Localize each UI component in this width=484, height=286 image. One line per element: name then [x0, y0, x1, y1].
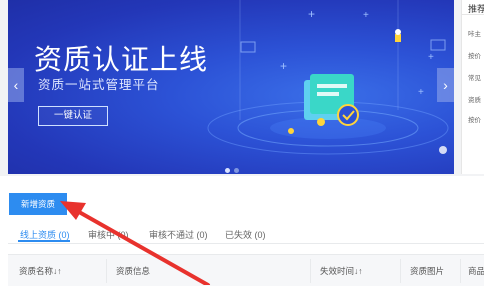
column-header-product: 商品 [468, 266, 484, 276]
banner-prev-arrow-icon[interactable]: ‹ [8, 68, 24, 102]
active-tab-indicator [18, 240, 70, 242]
tab-expired[interactable]: 已失效 (0) [225, 228, 266, 241]
banner-title: 资质认证上线 [34, 44, 209, 75]
banner-subtitle: 资质一站式管理平台 [38, 78, 160, 92]
add-qualification-button[interactable]: 新增资质 [9, 193, 67, 215]
recommend-panel: 推荐 咔主 按价 常见 资质 按价 [461, 0, 484, 174]
banner-dot-active[interactable] [225, 168, 230, 173]
qualification-tabs: 线上资质 (0) 审核中 (0) 审核不通过 (0) 已失效 (0) [0, 224, 484, 244]
recommend-item[interactable]: 按价 [468, 114, 481, 124]
column-divider [460, 259, 461, 283]
column-divider [400, 259, 401, 283]
recommend-item[interactable]: 资质 [468, 94, 481, 104]
recommend-item[interactable]: 按价 [468, 50, 481, 60]
tab-reviewing[interactable]: 审核中 (0) [88, 228, 129, 241]
svg-text:+: + [428, 52, 434, 63]
column-header-info: 资质信息 [116, 266, 151, 276]
tab-rejected[interactable]: 审核不通过 (0) [149, 228, 208, 241]
divider [8, 243, 484, 244]
promo-banner[interactable]: + + + + + 资质认证上线 资质一站式管理平台 一键认证 [8, 0, 454, 174]
one-click-certify-button[interactable]: 一键认证 [38, 106, 108, 126]
recommend-item[interactable]: 常见 [468, 72, 481, 82]
column-divider [310, 259, 311, 283]
column-divider [106, 259, 107, 283]
svg-text:+: + [308, 7, 315, 21]
column-header-name[interactable]: 资质名称↓↑ [19, 265, 62, 277]
banner-dot[interactable] [234, 168, 239, 173]
table-header: 资质名称↓↑ 资质信息 失效时间↓↑ 资质图片 商品 [8, 254, 484, 286]
recommend-item[interactable]: 咔主 [468, 28, 481, 38]
svg-text:+: + [363, 10, 369, 21]
column-header-expiry[interactable]: 失效时间↓↑ [320, 265, 363, 277]
column-header-image: 资质图片 [410, 266, 445, 276]
divider [462, 14, 484, 15]
svg-text:+: + [280, 59, 287, 73]
banner-next-arrow-icon[interactable]: › [437, 68, 454, 102]
svg-text:+: + [418, 87, 424, 98]
